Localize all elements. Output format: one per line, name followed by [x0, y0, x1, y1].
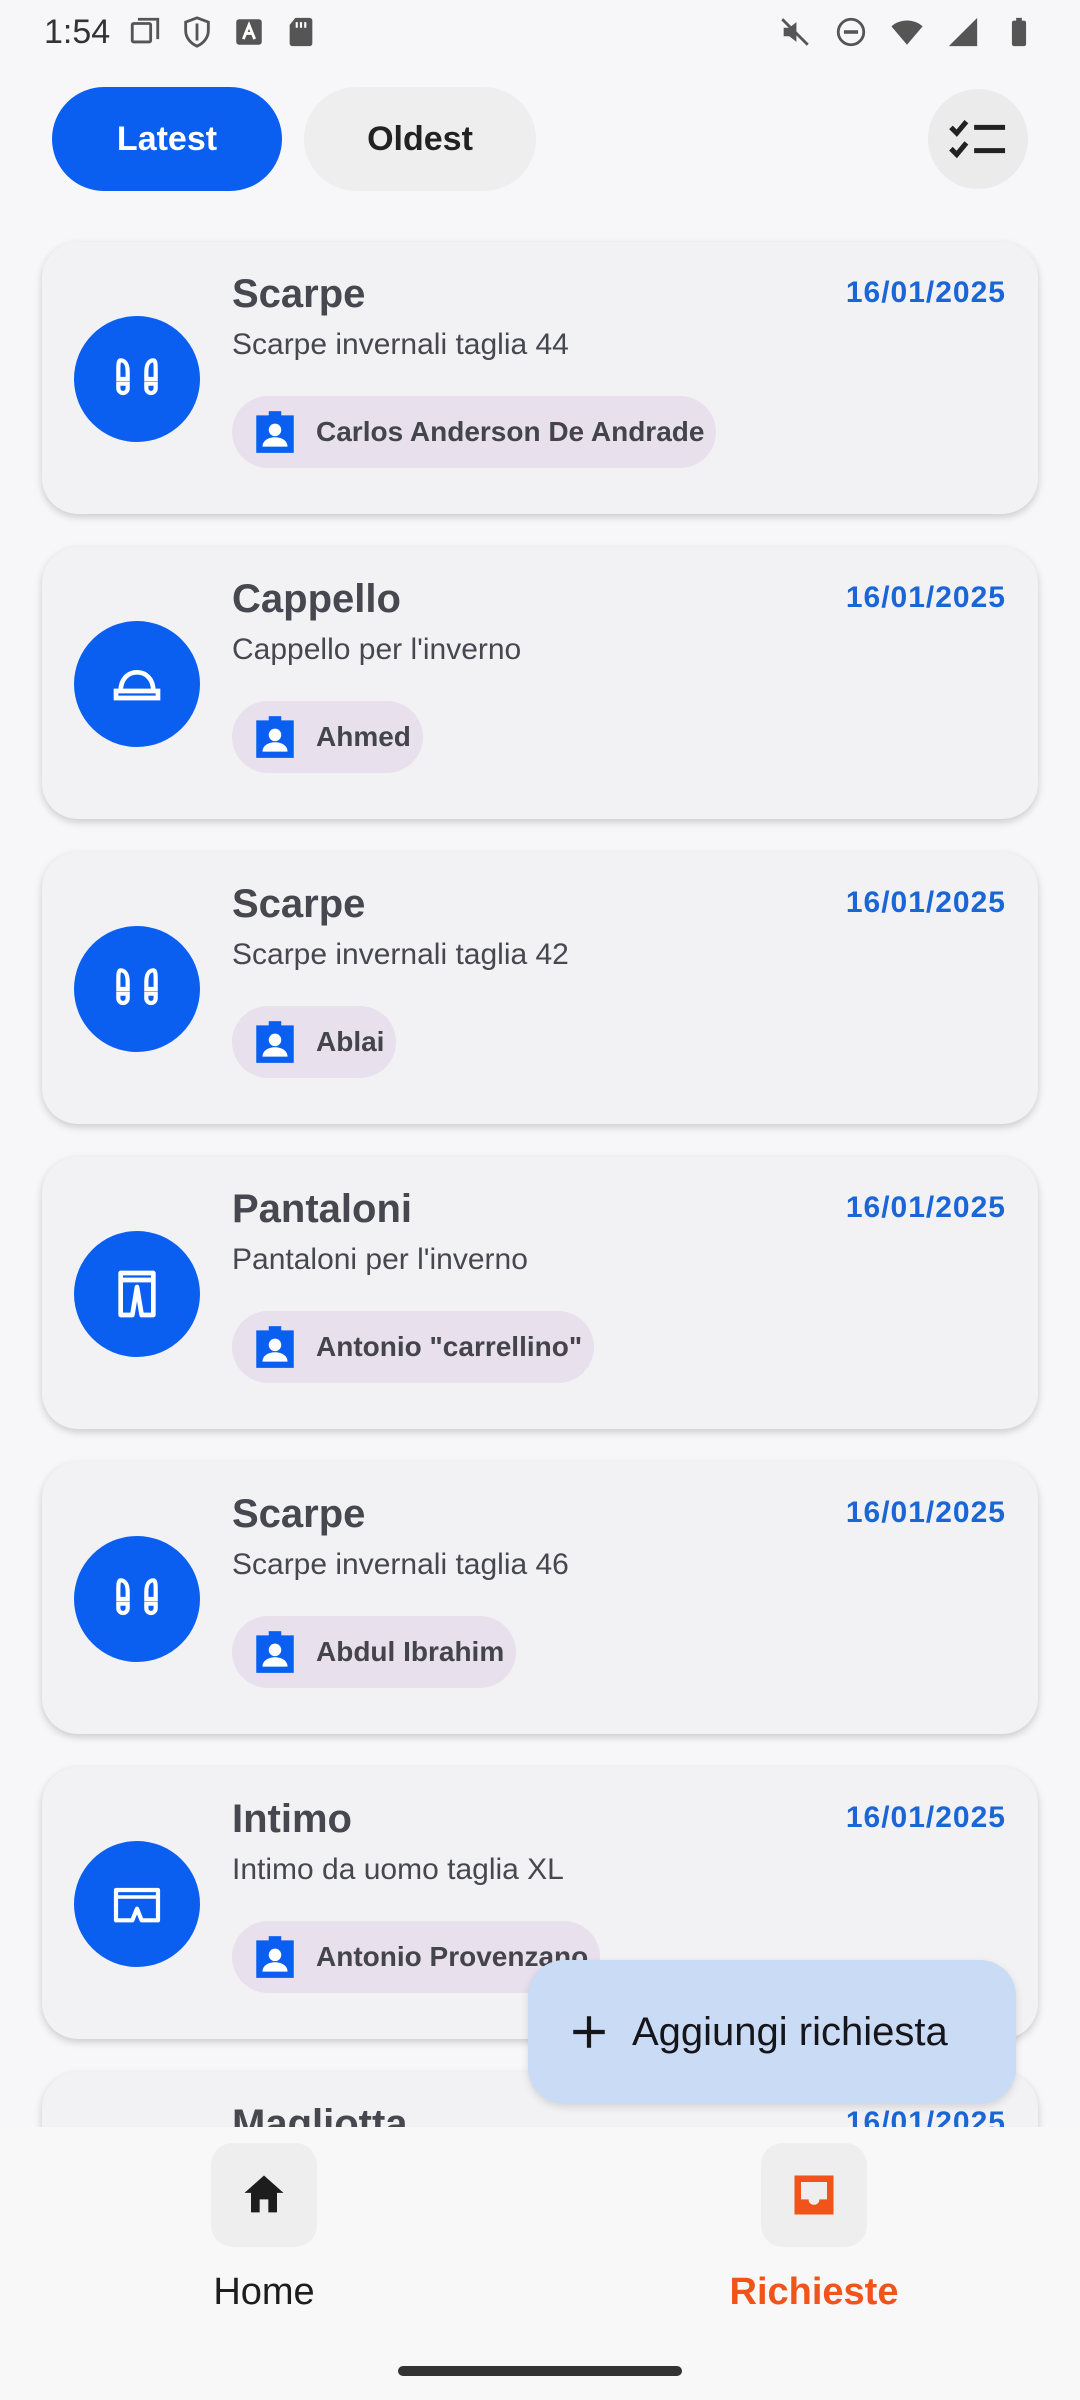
add-request-label: Aggiungi richiesta — [632, 2009, 948, 2054]
contact-badge-icon — [250, 1932, 300, 1982]
nav-home-label: Home — [213, 2271, 315, 2313]
category-avatar — [74, 1841, 200, 1967]
contact-badge-icon — [250, 712, 300, 762]
nav-home-icon-container — [211, 2143, 317, 2247]
inbox-icon — [788, 2169, 840, 2221]
bottom-navigation: Home Richieste — [0, 2127, 1080, 2400]
request-title: Scarpe — [232, 882, 366, 926]
request-title: Magliotta — [232, 2102, 408, 2127]
assignee-name: Abdul Ibrahim — [316, 1636, 505, 1667]
request-date: 16/01/2025 — [845, 581, 1006, 614]
pants-icon — [109, 1266, 165, 1322]
assignee-name: Carlos Anderson De Andrade — [316, 416, 705, 447]
category-avatar — [74, 926, 200, 1052]
request-date: 16/01/2025 — [845, 1801, 1006, 1834]
assignee-chip[interactable]: Ablai — [232, 1006, 397, 1078]
nav-home[interactable]: Home — [114, 2143, 414, 2333]
mute-icon — [778, 15, 812, 49]
sort-filter-bar: Latest Oldest — [0, 84, 1080, 194]
sd-card-icon — [284, 15, 318, 49]
assignee-chip[interactable]: Ahmed — [232, 701, 423, 773]
nav-requests-icon-container — [761, 2143, 867, 2247]
contact-badge-icon — [250, 1322, 300, 1372]
status-left-icons — [128, 15, 318, 49]
signal-icon — [946, 15, 980, 49]
nav-requests-label: Richieste — [729, 2271, 899, 2313]
assignee-name: Ahmed — [316, 721, 411, 752]
underwear-icon — [109, 1876, 165, 1932]
nav-requests[interactable]: Richieste — [664, 2143, 964, 2333]
font-a-icon — [232, 15, 266, 49]
request-description: Pantaloni per l'inverno — [232, 1243, 528, 1276]
request-date: 16/01/2025 — [845, 2106, 1006, 2127]
status-right-icons — [778, 15, 1036, 49]
request-description: Scarpe invernali taglia 42 — [232, 938, 569, 971]
checklist-icon — [949, 117, 1007, 161]
footprints-icon — [109, 1571, 165, 1627]
request-title: Scarpe — [232, 1492, 366, 1536]
assignee-name: Antonio "carrellino" — [316, 1331, 583, 1362]
filter-button[interactable] — [928, 89, 1028, 189]
category-avatar — [74, 1536, 200, 1662]
request-card[interactable]: Scarpe 16/01/2025 Scarpe invernali tagli… — [42, 242, 1038, 514]
home-icon — [238, 2169, 290, 2221]
latest-sort-button[interactable]: Latest — [52, 87, 282, 191]
contact-badge-icon — [250, 407, 300, 457]
wifi-icon — [890, 15, 924, 49]
shield-icon — [180, 15, 214, 49]
category-avatar — [74, 621, 200, 747]
assignee-chip[interactable]: Carlos Anderson De Andrade — [232, 396, 717, 468]
assignee-name: Ablai — [316, 1026, 385, 1057]
request-date: 16/01/2025 — [845, 886, 1006, 919]
category-avatar — [74, 316, 200, 442]
request-description: Scarpe invernali taglia 46 — [232, 1548, 569, 1581]
request-card[interactable]: Pantaloni 16/01/2025 Pantaloni per l'inv… — [42, 1157, 1038, 1429]
request-title: Intimo — [232, 1797, 352, 1841]
home-indicator — [398, 2366, 682, 2376]
add-request-button[interactable]: Aggiungi richiesta — [528, 1960, 1016, 2104]
request-date: 16/01/2025 — [845, 276, 1006, 309]
contact-badge-icon — [250, 1017, 300, 1067]
assignee-chip[interactable]: Abdul Ibrahim — [232, 1616, 517, 1688]
plus-icon — [568, 2011, 610, 2053]
contact-badge-icon — [250, 1627, 300, 1677]
request-title: Pantaloni — [232, 1187, 413, 1231]
request-card[interactable]: Scarpe 16/01/2025 Scarpe invernali tagli… — [42, 852, 1038, 1124]
requests-list[interactable]: Scarpe 16/01/2025 Scarpe invernali tagli… — [0, 210, 1080, 2127]
footprints-icon — [109, 961, 165, 1017]
status-time: 1:54 — [44, 12, 111, 51]
do-not-disturb-icon — [834, 15, 868, 49]
request-date: 16/01/2025 — [845, 1496, 1006, 1529]
request-description: Scarpe invernali taglia 44 — [232, 328, 569, 361]
screen-record-icon — [128, 15, 162, 49]
battery-icon — [1002, 15, 1036, 49]
request-card[interactable]: Scarpe 16/01/2025 Scarpe invernali tagli… — [42, 1462, 1038, 1734]
request-title: Scarpe — [232, 272, 366, 316]
category-avatar — [74, 1231, 200, 1357]
oldest-sort-button[interactable]: Oldest — [304, 87, 536, 191]
request-card[interactable]: Cappello 16/01/2025 Cappello per l'inver… — [42, 547, 1038, 819]
request-description: Intimo da uomo taglia XL — [232, 1853, 564, 1886]
request-title: Cappello — [232, 577, 401, 621]
hat-icon — [109, 656, 165, 712]
footprints-icon — [109, 351, 165, 407]
assignee-chip[interactable]: Antonio "carrellino" — [232, 1311, 595, 1383]
status-bar: 1:54 — [0, 0, 1080, 64]
request-description: Cappello per l'inverno — [232, 633, 522, 666]
request-date: 16/01/2025 — [845, 1191, 1006, 1224]
